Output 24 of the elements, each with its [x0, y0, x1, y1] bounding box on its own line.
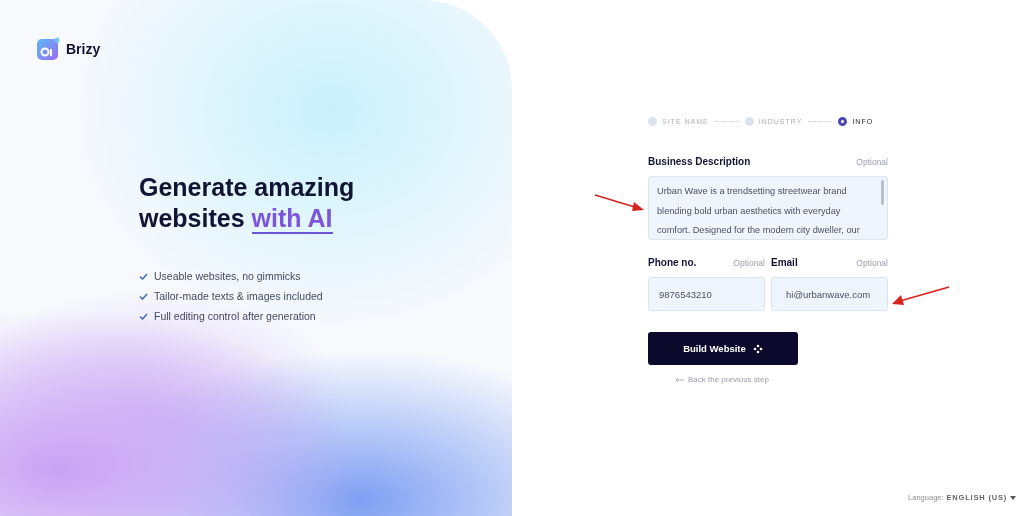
field-label: Phone no.	[648, 257, 697, 268]
field-label: Email	[771, 257, 798, 268]
build-website-button[interactable]: Build Website	[648, 332, 798, 365]
caret-icon	[1010, 495, 1016, 500]
feature-text: Tailor-made texts & images included	[154, 290, 323, 302]
email-field[interactable]: hi@urbanwave.com	[771, 277, 888, 311]
optional-hint: Optional	[856, 157, 888, 167]
annotation-arrow	[594, 194, 646, 212]
check-icon	[139, 272, 148, 280]
headline: Generate amazing websites with AI	[139, 172, 356, 234]
check-icon	[139, 312, 148, 320]
description-field[interactable]: Urban Wave is a trendsetting streetwear brand blending bold urban aesthetics with everyday comfort. Designed for the modern city dweller, our	[648, 176, 888, 240]
optional-hint: Optional	[733, 258, 765, 268]
brand-name: Brizy	[66, 41, 101, 57]
annotation-arrow	[890, 286, 950, 306]
sparkle-icon	[752, 343, 763, 354]
arrow-left-icon	[675, 376, 684, 383]
check-icon	[139, 292, 148, 300]
phone-field[interactable]: 9876543210	[648, 277, 765, 311]
feature-text: Full editing control after generation	[154, 310, 316, 322]
logo-icon	[37, 37, 61, 61]
field-label: Business Description	[648, 156, 751, 167]
feature-text: Useable websites, no gimmicks	[154, 270, 301, 282]
optional-hint: Optional	[856, 258, 888, 268]
